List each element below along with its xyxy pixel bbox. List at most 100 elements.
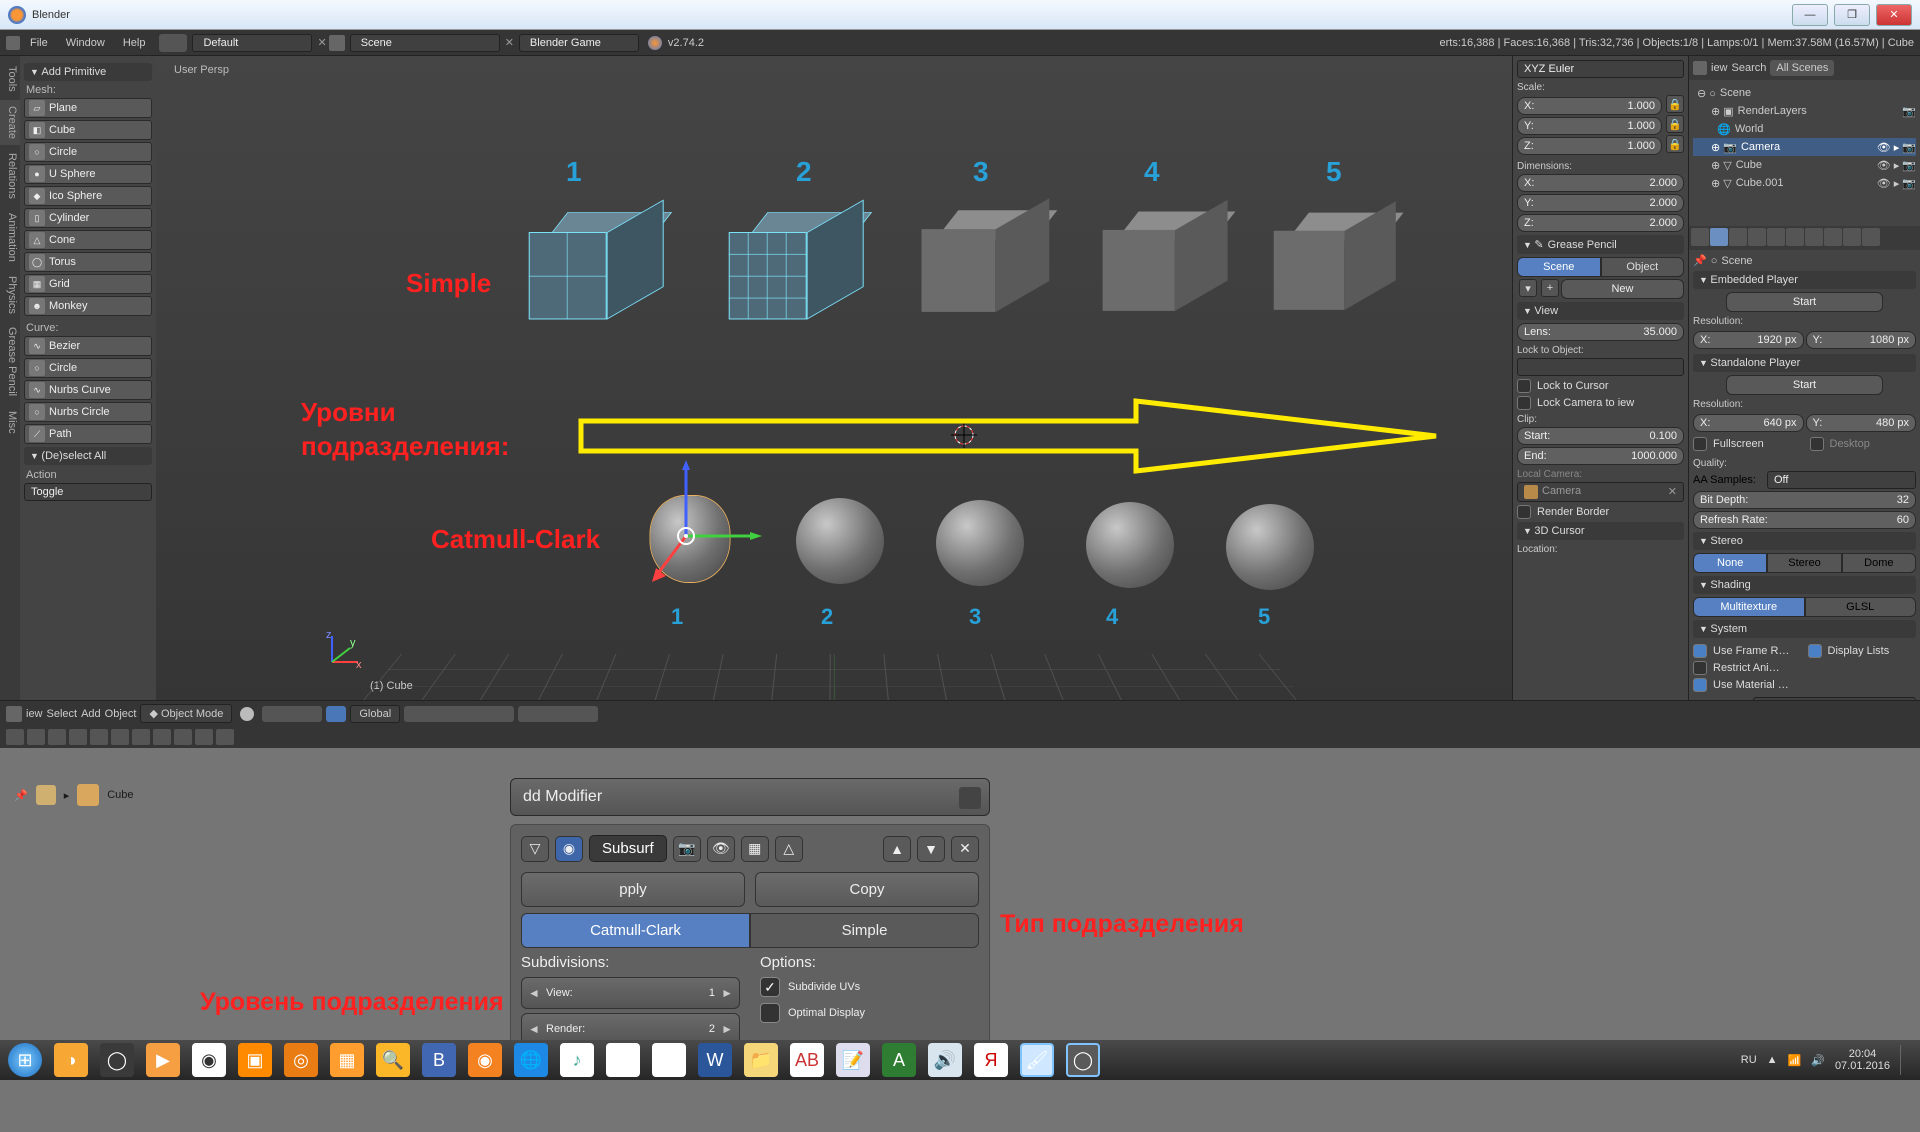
panel-deselect[interactable]: (De)select All [24, 447, 152, 465]
outliner-tree[interactable]: ⊖ ○Scene ⊕ ▣RenderLayers📷 🌐World ⊕ 📷Came… [1689, 80, 1920, 226]
tab-physics-icon[interactable] [1862, 228, 1880, 246]
lock-icon[interactable]: 🔒 [1666, 135, 1684, 153]
vtab-grease[interactable]: Grease Pencil [0, 321, 20, 402]
lang-indicator[interactable]: RU [1741, 1054, 1757, 1066]
3d-viewport[interactable]: User Persp document.write(Array.from({le… [156, 56, 1512, 700]
show-editmode-icon[interactable]: ▦ [741, 836, 769, 862]
app-icon[interactable] [652, 1043, 686, 1077]
clock-time[interactable]: 20:04 [1835, 1048, 1890, 1060]
tray-flag-icon[interactable]: ▲ [1767, 1054, 1778, 1066]
render-border-check[interactable] [1517, 505, 1531, 519]
explorer-icon[interactable]: 📁 [744, 1043, 778, 1077]
modifier-name[interactable]: Subsurf [589, 835, 667, 862]
manipulator-toggle[interactable] [326, 706, 346, 722]
scale-x[interactable]: X:1.000 [1517, 97, 1662, 115]
chrome-icon[interactable]: ◉ [192, 1043, 226, 1077]
tab-constraints-icon[interactable] [1767, 228, 1785, 246]
subdiv-view[interactable]: View:1 [521, 977, 740, 1009]
menu-window[interactable]: Window [58, 35, 113, 51]
vh-select[interactable]: Select [47, 708, 78, 720]
embedded-start[interactable]: Start [1726, 292, 1882, 312]
maximize-button[interactable]: ❐ [1834, 4, 1870, 26]
app-icon[interactable]: AB [790, 1043, 824, 1077]
add-circle[interactable]: ○Circle [24, 142, 152, 162]
action-dropdown[interactable]: Toggle [24, 483, 152, 501]
add-nurbs-circle[interactable]: ○Nurbs Circle [24, 402, 152, 422]
view-lens[interactable]: Lens:35.000 [1517, 323, 1684, 341]
minimize-button[interactable]: — [1792, 4, 1828, 26]
vh-add[interactable]: Add [81, 708, 101, 720]
bitdepth[interactable]: Bit Depth:32 [1693, 491, 1916, 509]
desktop-check[interactable] [1810, 437, 1824, 451]
add-icosphere[interactable]: ◆Ico Sphere [24, 186, 152, 206]
editor-type-icon[interactable] [6, 36, 20, 50]
show-viewport-icon[interactable]: 👁 [707, 836, 735, 862]
type-catmull[interactable]: Catmull-Clark [521, 913, 750, 948]
sync-dropdown[interactable]: On [1753, 697, 1916, 700]
add-nurbs-curve[interactable]: ∿Nurbs Curve [24, 380, 152, 400]
app-icon[interactable]: ◎ [284, 1043, 318, 1077]
vtab-misc[interactable]: Misc [0, 405, 20, 440]
show-desktop[interactable] [1900, 1045, 1912, 1075]
dim-x[interactable]: X:2.000 [1517, 174, 1684, 192]
vtab-create[interactable]: Create [0, 100, 20, 145]
paint-icon[interactable]: 🖌 [1020, 1043, 1054, 1077]
app-icon[interactable] [606, 1043, 640, 1077]
add-cube[interactable]: ◧Cube [24, 120, 152, 140]
clip-end[interactable]: End:1000.000 [1517, 447, 1684, 465]
word-icon[interactable]: W [698, 1043, 732, 1077]
app-icon[interactable]: ▣ [238, 1043, 272, 1077]
mode-dropdown[interactable]: ◆ Object Mode [140, 704, 232, 723]
sound-icon[interactable]: 🔊 [928, 1043, 962, 1077]
show-cage-icon[interactable]: △ [775, 836, 803, 862]
panel-shading[interactable]: Shading [1693, 576, 1916, 594]
show-render-icon[interactable]: 📷 [673, 836, 701, 862]
gp-menu-icon[interactable]: ▾ [1519, 279, 1537, 297]
add-uvsphere[interactable]: ●U Sphere [24, 164, 152, 184]
shading-multitex[interactable]: Multitexture [1693, 597, 1805, 617]
res2-y[interactable]: Y:480 px [1806, 414, 1917, 432]
useframe-check[interactable] [1693, 644, 1707, 658]
outliner-filter[interactable]: All Scenes [1770, 60, 1834, 76]
rotation-mode[interactable]: XYZ Euler [1517, 60, 1684, 78]
res-x[interactable]: X:1920 px [1693, 331, 1804, 349]
taskbar[interactable]: ⊞ ◑ ◯ ▶ ◉ ▣ ◎ ▦ 🔍 B ◉ 🌐 ♪ W 📁 AB 📝 A 🔊 Я… [0, 1040, 1920, 1080]
layers-widget[interactable] [404, 706, 514, 722]
scale-y[interactable]: Y:1.000 [1517, 117, 1662, 135]
standalone-start[interactable]: Start [1726, 375, 1882, 395]
nb-icon[interactable] [6, 729, 24, 745]
stereo-stereo[interactable]: Stereo [1767, 553, 1841, 573]
vh-view[interactable]: iew [26, 708, 43, 720]
app-icon[interactable]: ▶ [146, 1043, 180, 1077]
stereo-dome[interactable]: Dome [1842, 553, 1916, 573]
toggle-back-icon[interactable] [159, 34, 187, 52]
vtab-tools[interactable]: Tools [0, 60, 20, 98]
music-icon[interactable]: ♪ [560, 1043, 594, 1077]
move-down-icon[interactable]: ▼ [917, 836, 945, 862]
orient-dropdown[interactable]: Global [350, 705, 400, 723]
apply-button[interactable]: pply [521, 872, 745, 907]
add-curve-circle[interactable]: ○Circle [24, 358, 152, 378]
move-up-icon[interactable]: ▲ [883, 836, 911, 862]
copy-button[interactable]: Copy [755, 872, 979, 907]
tab-render-icon[interactable] [1691, 228, 1709, 246]
scene-icon[interactable] [329, 35, 345, 51]
lock-object-field[interactable] [1517, 358, 1684, 376]
tab-texture-icon[interactable] [1843, 228, 1861, 246]
aa-dropdown[interactable]: Off [1767, 471, 1916, 489]
displaylists-check[interactable] [1808, 644, 1822, 658]
outliner-search-menu[interactable]: Search [1732, 62, 1767, 74]
gp-object[interactable]: Object [1601, 257, 1685, 277]
tab-material-icon[interactable] [1824, 228, 1842, 246]
restrict-check[interactable] [1693, 661, 1707, 675]
vtab-relations[interactable]: Relations [0, 147, 20, 205]
gp-scene[interactable]: Scene [1517, 257, 1601, 277]
panel-view[interactable]: View [1517, 302, 1684, 320]
scene-dropdown[interactable]: Scene [350, 34, 500, 52]
lock-cursor-check[interactable] [1517, 379, 1531, 393]
panel-add-primitive[interactable]: Add Primitive [24, 63, 152, 81]
clip-start[interactable]: Start:0.100 [1517, 427, 1684, 445]
shading-icon[interactable] [240, 707, 254, 721]
breadcrumb-cube[interactable]: Cube [107, 789, 133, 801]
snap-icons[interactable] [518, 706, 598, 722]
